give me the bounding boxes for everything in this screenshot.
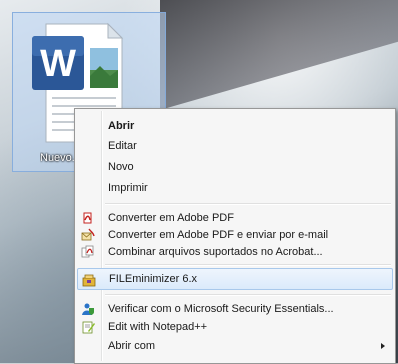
menu-item-label: Abrir xyxy=(108,120,135,132)
menu-item-security-essentials[interactable]: Verificar com o Microsoft Security Essen… xyxy=(77,299,393,319)
menu-item-label: Combinar arquivos suportados no Acrobat.… xyxy=(108,246,323,258)
menu-item-abrir-com[interactable]: Abrir com xyxy=(77,336,393,356)
menu-item-fileminimizer[interactable]: FILEminimizer 6.x xyxy=(77,268,393,290)
adobe-pdf-icon xyxy=(83,212,92,224)
menu-item-label: Verificar com o Microsoft Security Essen… xyxy=(108,303,334,315)
menu-separator xyxy=(105,264,391,266)
menu-item-novo[interactable]: Novo xyxy=(77,157,393,177)
menu-item-imprimir[interactable]: Imprimir xyxy=(77,178,393,198)
menu-item-notepadpp[interactable]: Edit with Notepad++ xyxy=(77,317,393,337)
fileminimizer-icon xyxy=(82,274,96,287)
context-menu: Abrir Editar Novo Imprimir Converter em … xyxy=(74,108,396,364)
menu-item-abrir[interactable]: Abrir xyxy=(77,116,393,136)
adobe-pdf-email-icon xyxy=(81,228,95,241)
menu-item-label: FILEminimizer 6.x xyxy=(109,273,198,285)
menu-item-combinar-acrobat[interactable]: Combinar arquivos suportados no Acrobat.… xyxy=(77,242,393,262)
svg-text:W: W xyxy=(40,43,76,85)
menu-separator xyxy=(105,203,391,205)
menu-item-editar[interactable]: Editar xyxy=(77,136,393,156)
security-essentials-icon xyxy=(82,303,94,315)
submenu-arrow-icon xyxy=(381,343,385,349)
menu-separator xyxy=(105,294,391,296)
menu-item-label: Editar xyxy=(108,140,137,152)
notepadpp-icon xyxy=(82,321,95,334)
menu-item-label: Novo xyxy=(108,161,134,173)
menu-item-label: Imprimir xyxy=(108,182,148,194)
acrobat-combine-icon xyxy=(81,245,94,258)
menu-item-label: Abrir com xyxy=(108,340,156,352)
menu-item-label: Edit with Notepad++ xyxy=(108,321,208,333)
